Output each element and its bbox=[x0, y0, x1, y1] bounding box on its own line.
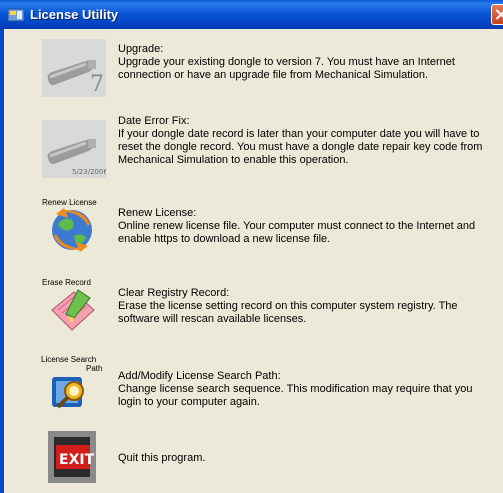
erase-record-caption: Erase Record bbox=[42, 278, 91, 287]
renew-license-title: Renew License: bbox=[118, 207, 197, 219]
clear-registry-title: Clear Registry Record: bbox=[118, 287, 230, 299]
exit-sign-icon: EXIT bbox=[48, 431, 96, 483]
title-bar[interactable]: License Utility bbox=[0, 0, 503, 29]
date-error-fix-description: If your dongle date record is later than… bbox=[118, 128, 483, 166]
exit-sign-text: EXIT bbox=[59, 452, 95, 468]
main-panel: 7 Upgrade: Upgrade your existing dongle … bbox=[4, 29, 503, 493]
usb-dongle-date-icon: 5/23/2006 bbox=[42, 120, 106, 178]
upgrade-item[interactable]: 7 Upgrade: Upgrade your existing dongle … bbox=[4, 37, 499, 97]
license-utility-window: License Utility 7 Upgrade: Upgrade your … bbox=[0, 0, 503, 493]
license-search-caption-line2: Path bbox=[86, 364, 103, 373]
license-search-path-item[interactable]: License Search Path Add/Modify License S… bbox=[4, 355, 499, 415]
search-path-icon bbox=[52, 377, 84, 409]
upgrade-title: Upgrade: bbox=[118, 43, 164, 55]
usb-dongle-7-icon: 7 bbox=[42, 39, 106, 97]
erase-record-icon bbox=[51, 289, 95, 331]
quit-text: Quit this program. bbox=[118, 452, 488, 465]
date-error-fix-text: Date Error Fix: If your dongle date reco… bbox=[118, 115, 488, 167]
license-search-path-description: Change license search sequence. This mod… bbox=[118, 383, 473, 408]
upgrade-text: Upgrade: Upgrade your existing dongle to… bbox=[118, 43, 488, 82]
clear-registry-item[interactable]: Erase Record Clear Registry Record: Eras… bbox=[4, 276, 499, 336]
upgrade-description: Upgrade your existing dongle to version … bbox=[118, 56, 455, 81]
globe-renew-icon bbox=[52, 208, 92, 252]
renew-license-text: Renew License: Online renew license file… bbox=[118, 207, 488, 246]
close-button[interactable] bbox=[491, 4, 503, 25]
date-error-fix-title: Date Error Fix: bbox=[118, 115, 190, 127]
license-search-path-title: Add/Modify License Search Path: bbox=[118, 370, 281, 382]
window-title: License Utility bbox=[30, 7, 119, 22]
renew-license-item[interactable]: Renew License Renew License: Online rene… bbox=[4, 196, 499, 256]
date-error-fix-item[interactable]: 5/23/2006 Date Error Fix: If your dongle… bbox=[4, 114, 499, 184]
quit-description: Quit this program. bbox=[118, 452, 206, 464]
license-search-path-text: Add/Modify License Search Path: Change l… bbox=[118, 370, 488, 409]
quit-item[interactable]: EXIT Quit this program. bbox=[4, 431, 499, 491]
clear-registry-description: Erase the license setting record on this… bbox=[118, 300, 458, 325]
app-icon bbox=[8, 8, 24, 22]
dongle-date-label: 5/23/2006 bbox=[72, 168, 106, 176]
renew-license-description: Online renew license file. Your computer… bbox=[118, 220, 476, 245]
license-search-caption-line1: License Search bbox=[41, 355, 97, 364]
clear-registry-text: Clear Registry Record: Erase the license… bbox=[118, 287, 488, 326]
svg-text:7: 7 bbox=[90, 72, 104, 97]
